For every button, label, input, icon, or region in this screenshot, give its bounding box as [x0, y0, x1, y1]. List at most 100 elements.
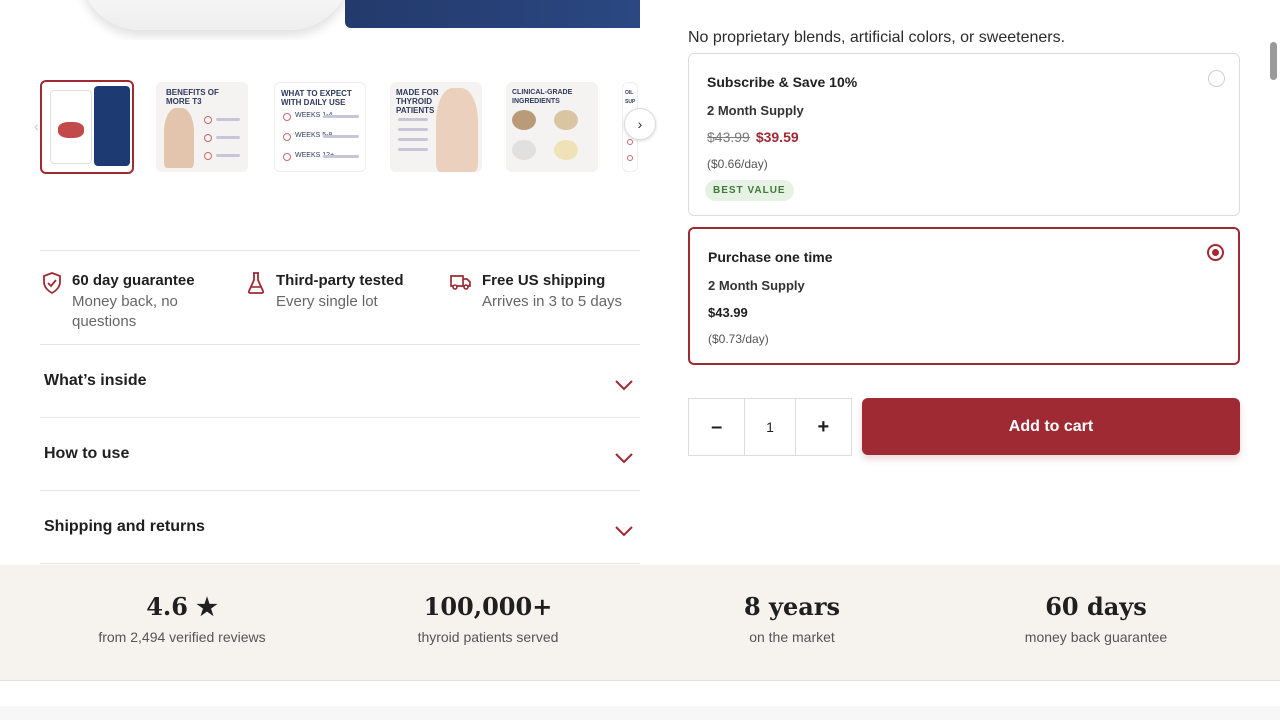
chevron-right-icon: › [637, 116, 643, 132]
accordion-whats-inside[interactable]: What’s inside [40, 345, 640, 418]
stat-label: from 2,494 verified reviews [98, 629, 266, 645]
text-line [216, 154, 240, 157]
bullet-icon [204, 116, 212, 124]
text-line [216, 136, 240, 139]
ingredient-image [512, 110, 536, 130]
decrease-quantity-button[interactable]: – [689, 399, 744, 455]
accordion-label: Shipping and returns [44, 518, 205, 535]
option-title: Purchase one time [708, 249, 833, 265]
thumbnail-title: CLINICAL-GRADE INGREDIENTS [512, 89, 573, 105]
thumbnail-3[interactable]: WHAT TO EXPECT WITH DAILY USE WEEKS 1-4 … [274, 82, 366, 172]
stat-years: 8 years on the market [640, 589, 944, 645]
accordion-shipping-returns[interactable]: Shipping and returns [40, 491, 640, 564]
bullet-icon [204, 134, 212, 142]
increase-quantity-button[interactable]: + [796, 399, 851, 455]
thumbnail-title: BENEFITS OF MORE T3 [166, 88, 219, 106]
product-hero-image [40, 0, 640, 40]
quantity-stepper: – 1 + [688, 398, 852, 456]
text-line [398, 148, 428, 151]
sale-price: $39.59 [755, 129, 799, 145]
stat-reviews: 4.6 ★ from 2,494 verified reviews [30, 589, 334, 645]
product-tagline: No proprietary blends, artificial colors… [688, 29, 1066, 46]
bullet-icon [283, 133, 291, 141]
text-line [323, 155, 359, 158]
box-image [94, 86, 130, 166]
option-supply: 2 Month Supply [708, 278, 805, 293]
stat-label: money back guarantee [1024, 629, 1168, 645]
stats-band: 4.6 ★ from 2,494 verified reviews 100,00… [0, 565, 1280, 681]
feature-guarantee: 60 day guarantee Money back, no question… [40, 270, 212, 332]
divider [40, 250, 640, 251]
quantity-input[interactable]: 1 [744, 399, 796, 455]
carousel-next-button[interactable]: › [624, 108, 656, 140]
option-supply: 2 Month Supply [707, 103, 804, 118]
bullet-icon [283, 153, 291, 161]
feature-title: Free US shipping [482, 272, 606, 289]
thumbnail-carousel: ‹ BENEFITS OF MORE T3 WHAT TO EXPECT WIT… [30, 80, 660, 174]
feature-subtitle: Arrives in 3 to 5 days [482, 293, 623, 310]
thumbnail-2[interactable]: BENEFITS OF MORE T3 [156, 82, 248, 172]
chevron-down-icon [615, 380, 633, 391]
text-line [323, 135, 359, 138]
add-to-cart-button[interactable]: Add to cart [862, 398, 1240, 455]
text-line [398, 128, 428, 131]
best-value-badge: BEST VALUE [705, 180, 794, 201]
text-line [216, 118, 240, 121]
feature-title: 60 day guarantee [72, 272, 195, 289]
stat-value: 4.6 ★ [146, 592, 218, 621]
truck-icon [448, 272, 474, 296]
text-line [398, 138, 428, 141]
text-line [323, 115, 359, 118]
bullet-icon [283, 113, 291, 121]
model-image [436, 88, 478, 172]
bullet-icon [627, 139, 633, 145]
radio-button[interactable] [1208, 70, 1225, 87]
accordion-label: How to use [44, 445, 130, 462]
stat-label: thyroid patients served [417, 629, 559, 645]
price-per-day: ($0.66/day) [707, 157, 768, 171]
ingredient-image [554, 140, 578, 160]
stat-patients: 100,000+ thyroid patients served [336, 589, 640, 645]
chevron-down-icon [615, 453, 633, 464]
option-one-time[interactable]: Purchase one time 2 Month Supply $43.99 … [688, 227, 1240, 365]
thumbnail-1[interactable] [40, 80, 134, 174]
accordion-how-to-use[interactable]: How to use [40, 418, 640, 491]
stat-value: 100,000+ [423, 592, 553, 621]
thyroid-image [58, 122, 84, 138]
feature-title: Third-party tested [276, 272, 404, 289]
chevron-left-icon[interactable]: ‹ [34, 118, 39, 134]
text-line [398, 118, 428, 121]
scrollbar-thumb[interactable] [1270, 42, 1277, 80]
original-price: $43.99 [707, 129, 750, 145]
stat-guarantee: 60 days money back guarantee [944, 589, 1248, 645]
ingredient-image [554, 110, 578, 130]
accordion-label: What’s inside [44, 372, 147, 389]
option-subscribe[interactable]: Subscribe & Save 10% 2 Month Supply $43.… [688, 53, 1240, 216]
stat-label: on the market [749, 629, 835, 645]
stat-value: 60 days [1045, 592, 1147, 621]
thumbnail-title: OIL SUP [625, 90, 636, 105]
supplement-jar-image [80, 0, 350, 30]
option-title: Subscribe & Save 10% [707, 74, 858, 90]
price-per-day: ($0.73/day) [708, 332, 769, 346]
radio-button[interactable] [1207, 244, 1224, 261]
feature-subtitle: Money back, no questions [72, 293, 178, 330]
feature-list: 60 day guarantee Money back, no question… [40, 270, 640, 340]
stat-value: 8 years [744, 592, 840, 621]
bullet-icon [627, 155, 633, 161]
ingredient-image [512, 140, 536, 160]
thumbnail-title: WHAT TO EXPECT WITH DAILY USE [281, 89, 352, 107]
model-image [164, 108, 194, 168]
thumbnail-4[interactable]: MADE FOR THYROID PATIENTS [390, 82, 482, 172]
next-section-edge [0, 706, 1280, 720]
feature-subtitle: Every single lot [276, 293, 378, 310]
option-price: $43.99 $39.59 [707, 129, 799, 145]
shield-check-icon [40, 272, 64, 296]
product-box-image [345, 0, 640, 28]
bullet-icon [204, 152, 212, 160]
chevron-down-icon [615, 526, 633, 537]
thumbnail-5[interactable]: CLINICAL-GRADE INGREDIENTS [506, 82, 598, 172]
feature-tested: Third-party tested Every single lot [244, 270, 404, 312]
option-price: $43.99 [708, 305, 748, 320]
feature-shipping: Free US shipping Arrives in 3 to 5 days [448, 270, 622, 312]
